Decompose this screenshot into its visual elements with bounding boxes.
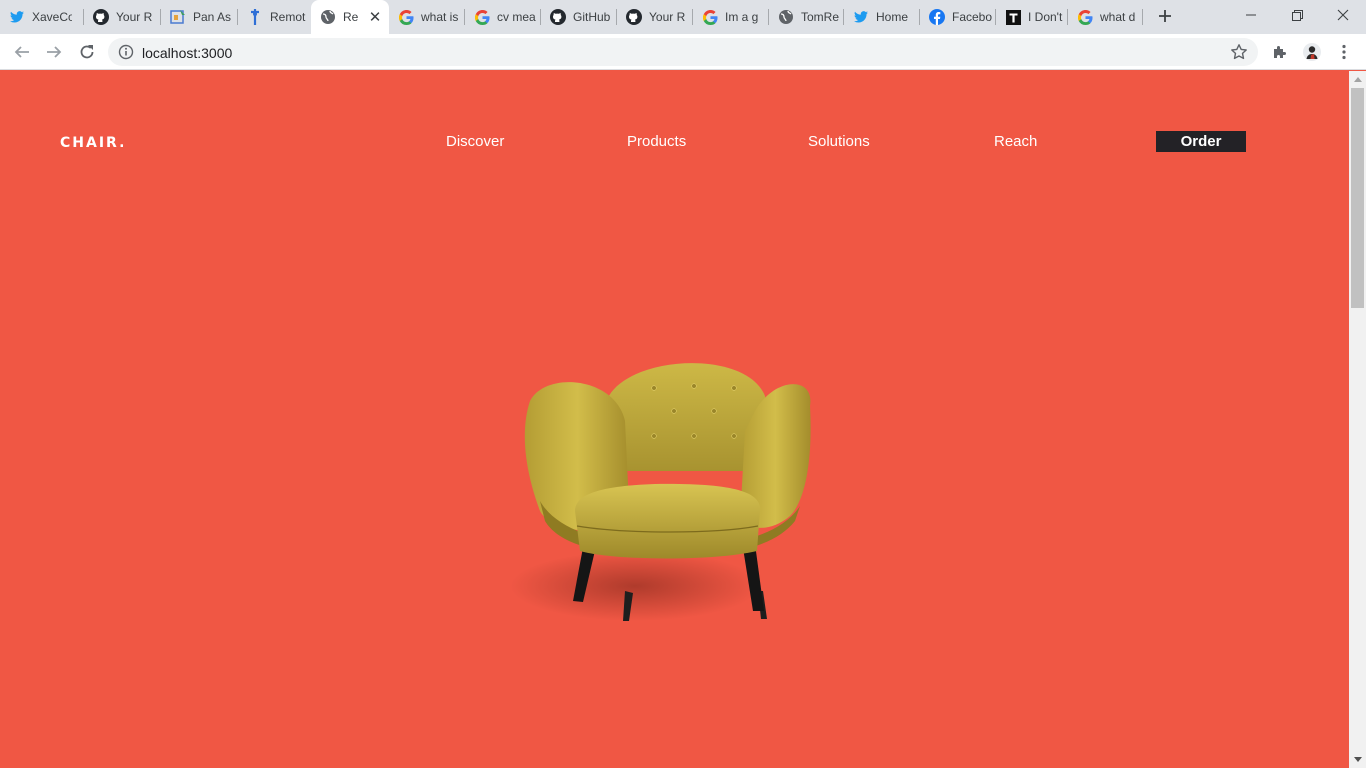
tab-title: cv mea <box>497 10 536 24</box>
tab-title: Pan As <box>193 10 232 24</box>
page-scrollbar[interactable] <box>1349 71 1366 768</box>
reload-icon <box>80 45 94 59</box>
tab-title: what is <box>421 10 459 24</box>
google-icon <box>1077 9 1093 25</box>
tab-12[interactable]: Home <box>844 0 920 34</box>
twitter-icon <box>853 9 869 25</box>
nav-reach[interactable]: Reach <box>994 133 1037 150</box>
globe-icon <box>320 9 336 25</box>
tab-separator <box>1142 9 1143 25</box>
profile-button[interactable] <box>1302 42 1322 62</box>
forward-button[interactable] <box>42 40 66 64</box>
menu-button[interactable] <box>1334 42 1354 62</box>
browser-toolbar: localhost:3000 <box>0 34 1366 70</box>
tab-strip: XaveCo Your R Pan As Remot Re ✕ what is <box>0 0 1366 34</box>
tab-title: Home <box>876 10 909 24</box>
tab-2[interactable]: Your R <box>84 0 161 34</box>
order-button[interactable]: Order <box>1156 131 1246 152</box>
tab-1[interactable]: XaveCo <box>0 0 84 34</box>
restore-button[interactable] <box>1274 0 1320 30</box>
brand-logo[interactable]: CHAIR. <box>60 135 126 151</box>
minimize-icon <box>1246 14 1256 16</box>
restore-icon <box>1291 9 1303 21</box>
t-icon <box>1005 9 1021 25</box>
arrow-right-icon <box>47 46 62 58</box>
url-text[interactable]: localhost:3000 <box>142 45 232 61</box>
github-icon <box>550 9 566 25</box>
tab-14[interactable]: I Don't <box>996 0 1068 34</box>
nav-products[interactable]: Products <box>627 133 686 150</box>
tab-4[interactable]: Remot <box>238 0 313 34</box>
scroll-down-button[interactable] <box>1349 751 1366 768</box>
star-icon[interactable] <box>1230 43 1248 61</box>
facebook-icon <box>929 9 945 25</box>
caret-up-icon <box>1353 77 1362 82</box>
twitter-icon <box>9 9 25 25</box>
new-tab-button[interactable] <box>1153 4 1177 28</box>
google-icon <box>398 9 414 25</box>
more-vert-icon <box>1342 44 1346 60</box>
tab-title: Facebo <box>952 10 992 24</box>
nav-solutions[interactable]: Solutions <box>808 133 870 150</box>
tab-title: Your R <box>116 10 153 24</box>
tab-title: Im a g <box>725 10 759 24</box>
google-icon <box>474 9 490 25</box>
tab-title: XaveCo <box>32 10 72 24</box>
minimize-button[interactable] <box>1228 0 1274 30</box>
arrow-left-icon <box>14 46 29 58</box>
nav-discover[interactable]: Discover <box>446 133 504 150</box>
tab-15[interactable]: what d <box>1068 0 1143 34</box>
tab-title: what d <box>1100 10 1136 24</box>
reload-button[interactable] <box>75 40 99 64</box>
google-icon <box>702 9 718 25</box>
tab-11[interactable]: TomRe <box>769 0 844 34</box>
tab-7[interactable]: cv mea <box>465 0 541 34</box>
close-tab-icon[interactable]: ✕ <box>367 8 383 26</box>
tab-13[interactable]: Facebo <box>920 0 996 34</box>
scrollbar-thumb[interactable] <box>1351 88 1364 308</box>
globe-icon <box>778 9 794 25</box>
tab-title: GitHub <box>573 10 611 24</box>
avatar <box>1303 43 1321 61</box>
page-viewport: CHAIR. Discover Products Solutions Reach… <box>0 71 1349 768</box>
address-bar[interactable]: localhost:3000 <box>108 38 1258 66</box>
info-icon[interactable] <box>118 44 134 60</box>
tab-6[interactable]: what is <box>389 0 465 34</box>
tab-title: I Don't <box>1028 10 1063 24</box>
tab-title: Your R <box>649 10 686 24</box>
github-icon <box>93 9 109 25</box>
close-icon <box>1337 9 1349 21</box>
extensions-button[interactable] <box>1270 42 1290 62</box>
remote-icon <box>247 9 263 25</box>
caret-down-icon <box>1353 757 1362 762</box>
app-icon <box>170 9 186 25</box>
scroll-up-button[interactable] <box>1349 71 1366 88</box>
github-icon <box>626 9 642 25</box>
tab-3[interactable]: Pan As <box>161 0 238 34</box>
tab-title: Remot <box>270 10 306 24</box>
tab-10[interactable]: Im a g <box>693 0 769 34</box>
back-button[interactable] <box>10 40 34 64</box>
close-window-button[interactable] <box>1320 0 1366 30</box>
plus-icon <box>1159 10 1171 22</box>
armchair-image <box>510 363 811 621</box>
puzzle-icon <box>1274 46 1286 58</box>
tab-title: Re <box>343 10 359 24</box>
tab-title: TomRe <box>801 10 840 24</box>
tab-active[interactable]: Re ✕ <box>311 0 389 34</box>
tab-8[interactable]: GitHub <box>541 0 617 34</box>
tab-9[interactable]: Your R <box>617 0 693 34</box>
